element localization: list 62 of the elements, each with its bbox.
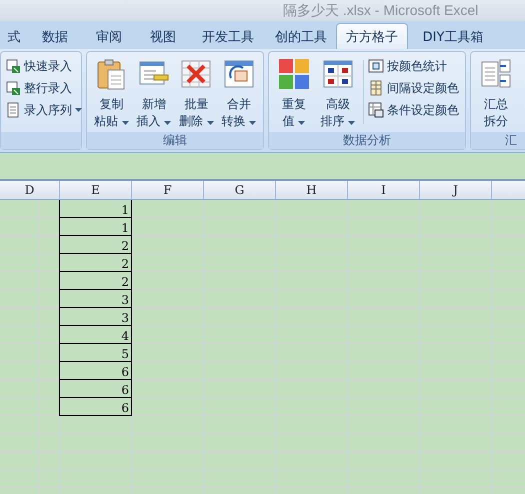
column-header[interactable]: D: [0, 181, 60, 199]
table-cursor-icon: [368, 102, 384, 118]
ribbon-button[interactable]: 按颜色统计: [368, 56, 459, 76]
column-header[interactable]: H: [276, 181, 348, 199]
ribbon-tab[interactable]: 审阅: [82, 24, 136, 49]
table-cell: 6: [59, 362, 132, 380]
checkbox-window-icon: [368, 58, 384, 74]
table-arrow-icon: [5, 58, 21, 74]
color-squares-icon: [278, 58, 310, 90]
ribbon-tab[interactable]: 视图: [136, 24, 190, 49]
table-refresh-icon: [222, 58, 255, 90]
ribbon-tab[interactable]: 式: [0, 24, 28, 49]
window-title: 隔多少天 .xlsx - Microsoft Excel: [283, 2, 478, 20]
ribbon-button[interactable]: 批量 删除: [176, 54, 216, 130]
caret-icon: [348, 121, 356, 125]
caret-icon: [206, 121, 214, 125]
group-label: 汇: [505, 132, 517, 149]
group-label: 数据分析: [343, 132, 391, 149]
table-arrow-icon: [5, 80, 21, 96]
ribbon-button[interactable]: 合并 转换: [218, 54, 259, 130]
ribbon-button[interactable]: 快速录入: [5, 56, 82, 76]
ribbon-button[interactable]: 间隔设定颜色: [368, 78, 459, 98]
ribbon-tab[interactable]: 创的工具: [266, 24, 336, 49]
grid-icon: [368, 80, 384, 96]
ribbon-button[interactable]: 高级 排序: [317, 54, 359, 130]
ribbon-button[interactable]: 重复 值: [273, 54, 315, 130]
table-cell: 1: [59, 218, 132, 236]
table-cell: 3: [59, 308, 132, 326]
ribbon-tab[interactable]: DIY工具箱: [408, 24, 498, 49]
ribbon-tab[interactable]: 方方格子: [336, 23, 408, 49]
caret-icon: [249, 121, 256, 125]
ribbon-button[interactable]: 条件设定颜色: [368, 100, 459, 120]
ribbon-tab[interactable]: 数据: [28, 24, 82, 49]
column-header[interactable]: G: [204, 181, 276, 199]
ribbon-tab[interactable]: 开发工具: [190, 24, 266, 49]
caret-icon: [122, 121, 129, 125]
table-cell: 6: [59, 398, 132, 416]
column-header[interactable]: F: [132, 181, 204, 199]
table-cross-icon: [180, 58, 212, 90]
caret-icon: [164, 121, 172, 125]
table-cell: 6: [59, 380, 132, 398]
ribbon-button[interactable]: 新增 插入: [134, 54, 174, 130]
ribbon-button[interactable]: 复制 粘贴: [91, 54, 132, 130]
table-cell: 3: [59, 290, 132, 308]
table-cell: 2: [59, 254, 132, 272]
table-cell: 2: [59, 272, 132, 290]
caret-icon: [75, 108, 82, 112]
column-header[interactable]: E: [60, 181, 132, 199]
column-header[interactable]: J: [420, 181, 492, 199]
table-cell: 1: [59, 200, 132, 218]
document-icon: [5, 102, 21, 118]
clipboard-icon: [95, 58, 128, 90]
table-cell: 4: [59, 326, 132, 344]
group-label: 编辑: [163, 132, 187, 149]
table-cell: 5: [59, 344, 132, 362]
column-header[interactable]: I: [348, 181, 420, 199]
table-cell: 2: [59, 236, 132, 254]
ribbon-button[interactable]: 整行录入: [5, 78, 82, 98]
ribbon-button[interactable]: 汇总 拆分: [475, 54, 517, 130]
ribbon-button[interactable]: 录入序列: [5, 100, 82, 120]
document-arrows-icon: [480, 58, 512, 90]
caret-icon: [298, 121, 306, 125]
